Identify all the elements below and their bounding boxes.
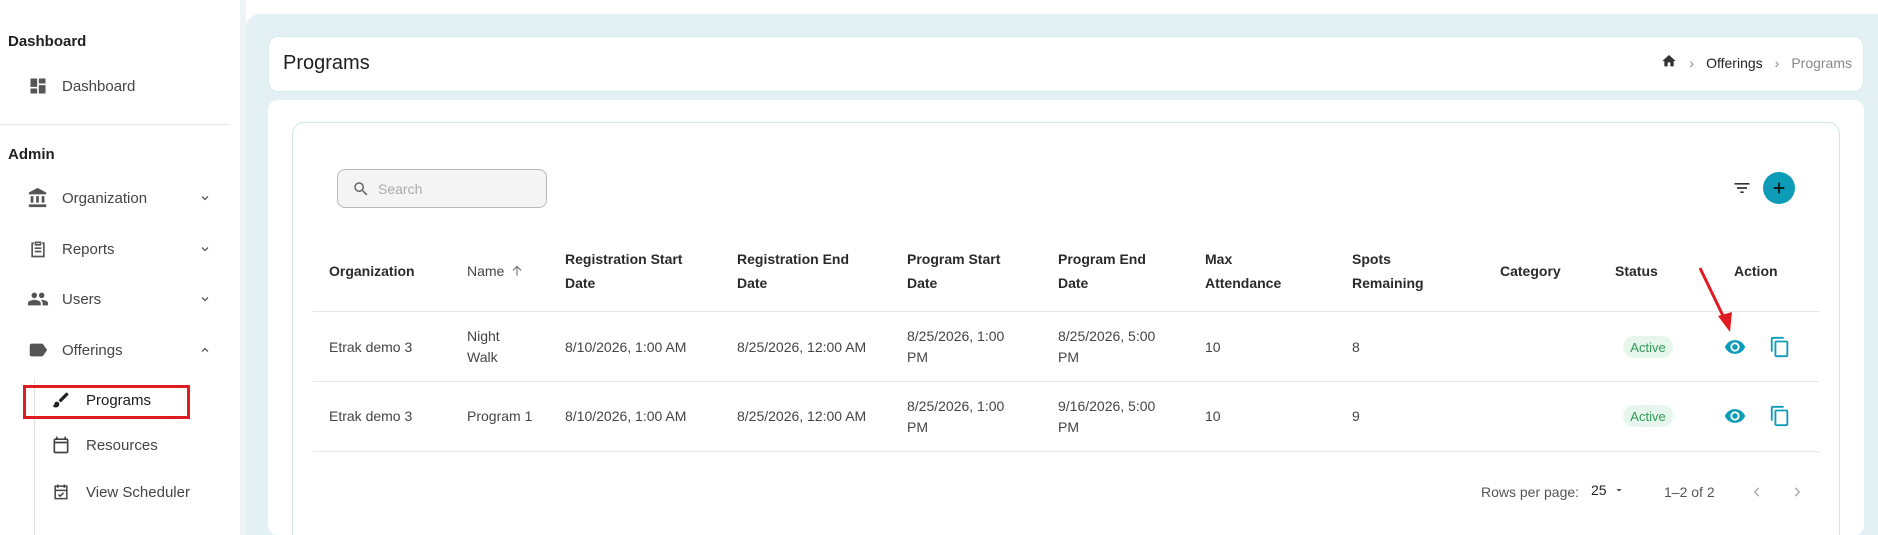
breadcrumb-programs: Programs — [1791, 54, 1852, 71]
cell-spots-remaining: 9 — [1352, 408, 1360, 424]
search-input[interactable] — [378, 176, 538, 202]
status-badge: Active — [1623, 336, 1673, 358]
sidebar-item-label: Organization — [62, 189, 148, 207]
sidebar-item-label: View Scheduler — [86, 483, 190, 501]
plus-icon — [1773, 182, 1785, 194]
sidebar-item-organization[interactable]: Organization — [0, 178, 230, 218]
cell-registration-start: 8/10/2026, 1:00 AM — [565, 408, 687, 424]
cell-program-end: 8/25/2026, 5:00 PM — [1058, 328, 1156, 365]
cell-name: Night Walk — [467, 328, 500, 365]
chevron-up-icon — [198, 343, 212, 357]
section-title-admin: Admin — [8, 146, 55, 163]
row-divider — [313, 381, 1819, 382]
copy-icon[interactable] — [1768, 335, 1792, 359]
add-program-button[interactable] — [1763, 172, 1795, 204]
rows-per-page-value: 25 — [1591, 482, 1607, 498]
filter-icon[interactable] — [1730, 176, 1754, 200]
breadcrumb-offerings[interactable]: Offerings — [1706, 55, 1763, 71]
sidebar-item-label: Users — [62, 290, 102, 308]
sidebar-item-label: Resources — [86, 436, 158, 454]
pagination-range: 1–2 of 2 — [1664, 484, 1715, 500]
cell-max-attendance: 10 — [1205, 339, 1221, 355]
cell-registration-start: 8/10/2026, 1:00 AM — [565, 339, 687, 355]
column-header-max-attendance[interactable]: Max Attendance — [1205, 247, 1281, 295]
sidebar-item-label: Reports — [62, 240, 115, 258]
column-header-program-end-date[interactable]: Program End Date — [1058, 247, 1146, 295]
column-header-status[interactable]: Status — [1615, 259, 1658, 283]
sidebar-item-view-scheduler[interactable]: View Scheduler — [0, 472, 230, 512]
chevron-down-icon — [198, 242, 212, 256]
page-header — [268, 36, 1864, 92]
column-header-registration-end-date[interactable]: Registration End Date — [737, 247, 849, 295]
home-icon[interactable] — [1661, 53, 1677, 72]
column-header-spots-remaining[interactable]: Spots Remaining — [1352, 247, 1424, 295]
column-header-registration-start-date[interactable]: Registration Start Date — [565, 247, 682, 295]
cell-spots-remaining: 8 — [1352, 339, 1360, 355]
calendar-check-icon — [50, 481, 72, 503]
sort-arrow-up-icon — [512, 265, 522, 276]
cell-program-start: 8/25/2026, 1:00 PM — [907, 328, 1005, 365]
search-box[interactable] — [337, 169, 547, 208]
cell-organization: Etrak demo 3 — [329, 339, 413, 355]
sidebar: Dashboard Dashboard Admin Organization R… — [0, 0, 240, 535]
rows-per-page-label: Rows per page: — [1481, 484, 1580, 500]
row-divider — [313, 451, 1819, 452]
clipboard-icon — [26, 237, 50, 261]
cell-max-attendance: 10 — [1205, 408, 1221, 424]
users-icon — [26, 287, 50, 311]
cell-program-start: 8/25/2026, 1:00 PM — [907, 398, 1005, 435]
highlight-annotation — [23, 385, 190, 419]
dashboard-icon — [26, 74, 50, 98]
calendar-icon — [50, 434, 72, 456]
search-icon — [352, 180, 370, 198]
column-header-program-start-date[interactable]: Program Start Date — [907, 247, 1000, 295]
cell-registration-end: 8/25/2026, 12:00 AM — [737, 408, 867, 424]
cell-registration-end: 8/25/2026, 12:00 AM — [737, 339, 867, 355]
sidebar-item-label: Offerings — [62, 341, 123, 359]
sidebar-item-users[interactable]: Users — [0, 279, 230, 319]
chevron-down-icon — [198, 191, 212, 205]
section-title-dashboard: Dashboard — [8, 33, 87, 50]
cell-name: Program 1 — [467, 408, 533, 424]
column-header-action: Action — [1734, 263, 1778, 279]
column-header-category[interactable]: Category — [1500, 259, 1561, 283]
cell-program-end: 9/16/2026, 5:00 PM — [1058, 398, 1156, 435]
breadcrumb: › Offerings › Programs — [1661, 53, 1852, 72]
sidebar-item-label: Dashboard — [62, 77, 136, 95]
column-header-organization[interactable]: Organization — [329, 259, 415, 283]
tag-icon — [26, 338, 50, 362]
column-header-label: Name — [467, 263, 505, 279]
chevron-right-icon: › — [1774, 54, 1780, 71]
sidebar-item-resources[interactable]: Resources — [0, 425, 230, 465]
view-icon[interactable] — [1723, 404, 1747, 428]
status-badge: Active — [1623, 405, 1673, 427]
sidebar-divider — [0, 124, 230, 125]
chevron-right-icon — [1794, 487, 1801, 497]
arrow-annotation-icon — [1698, 267, 1732, 332]
column-header-name[interactable]: Name — [467, 259, 524, 283]
page-title: Programs — [283, 52, 370, 74]
caret-down-icon — [1616, 489, 1622, 492]
rows-per-page-select[interactable]: 25 — [1591, 482, 1625, 498]
chevron-right-icon: › — [1689, 54, 1695, 71]
bank-icon — [26, 186, 50, 210]
chevron-down-icon — [198, 292, 212, 306]
sidebar-item-reports[interactable]: Reports — [0, 229, 230, 269]
cell-organization: Etrak demo 3 — [329, 408, 413, 424]
view-icon[interactable] — [1723, 335, 1747, 359]
row-divider — [313, 311, 1819, 312]
sidebar-item-dashboard[interactable]: Dashboard — [0, 66, 230, 106]
previous-page-button[interactable] — [1746, 481, 1768, 503]
copy-icon[interactable] — [1768, 404, 1792, 428]
next-page-button[interactable] — [1786, 481, 1808, 503]
sidebar-item-offerings[interactable]: Offerings — [0, 330, 230, 370]
chevron-left-icon — [1753, 487, 1760, 497]
